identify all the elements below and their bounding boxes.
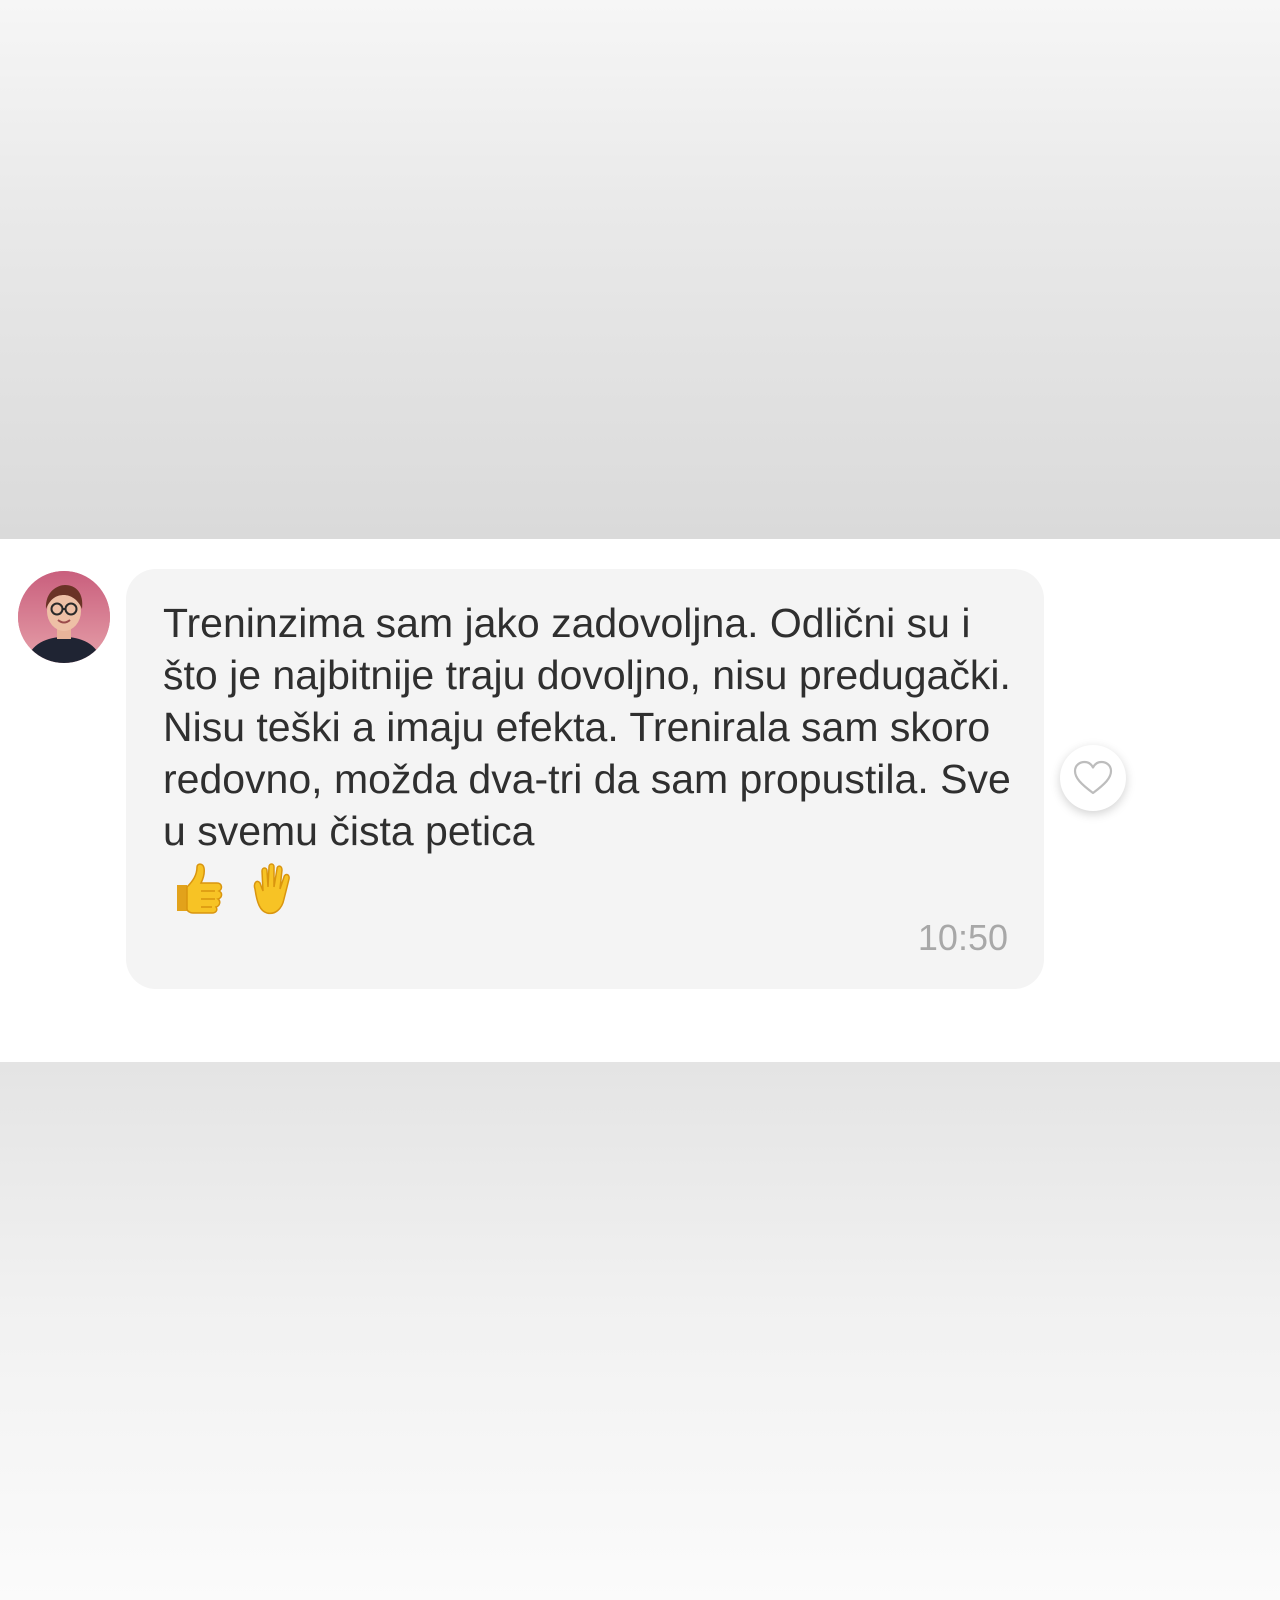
heart-outline-icon xyxy=(1073,760,1113,795)
like-button[interactable] xyxy=(1060,745,1126,811)
screenshot-page: Treninzima sam jako zadovoljna. Odlični … xyxy=(0,0,1280,1600)
thumbs-up-icon xyxy=(171,861,227,917)
raised-hand-icon xyxy=(243,861,299,917)
user-avatar-photo xyxy=(18,571,110,663)
emoji-row xyxy=(163,859,1008,919)
avatar[interactable] xyxy=(18,571,110,663)
message-timestamp: 10:50 xyxy=(917,917,1008,958)
top-blurred-area xyxy=(0,0,1280,539)
message-text: Treninzima sam jako zadovoljna. Odlični … xyxy=(163,600,1011,854)
bottom-blurred-area xyxy=(0,1062,1280,1600)
message-bubble[interactable]: Treninzima sam jako zadovoljna. Odlični … xyxy=(126,569,1044,989)
